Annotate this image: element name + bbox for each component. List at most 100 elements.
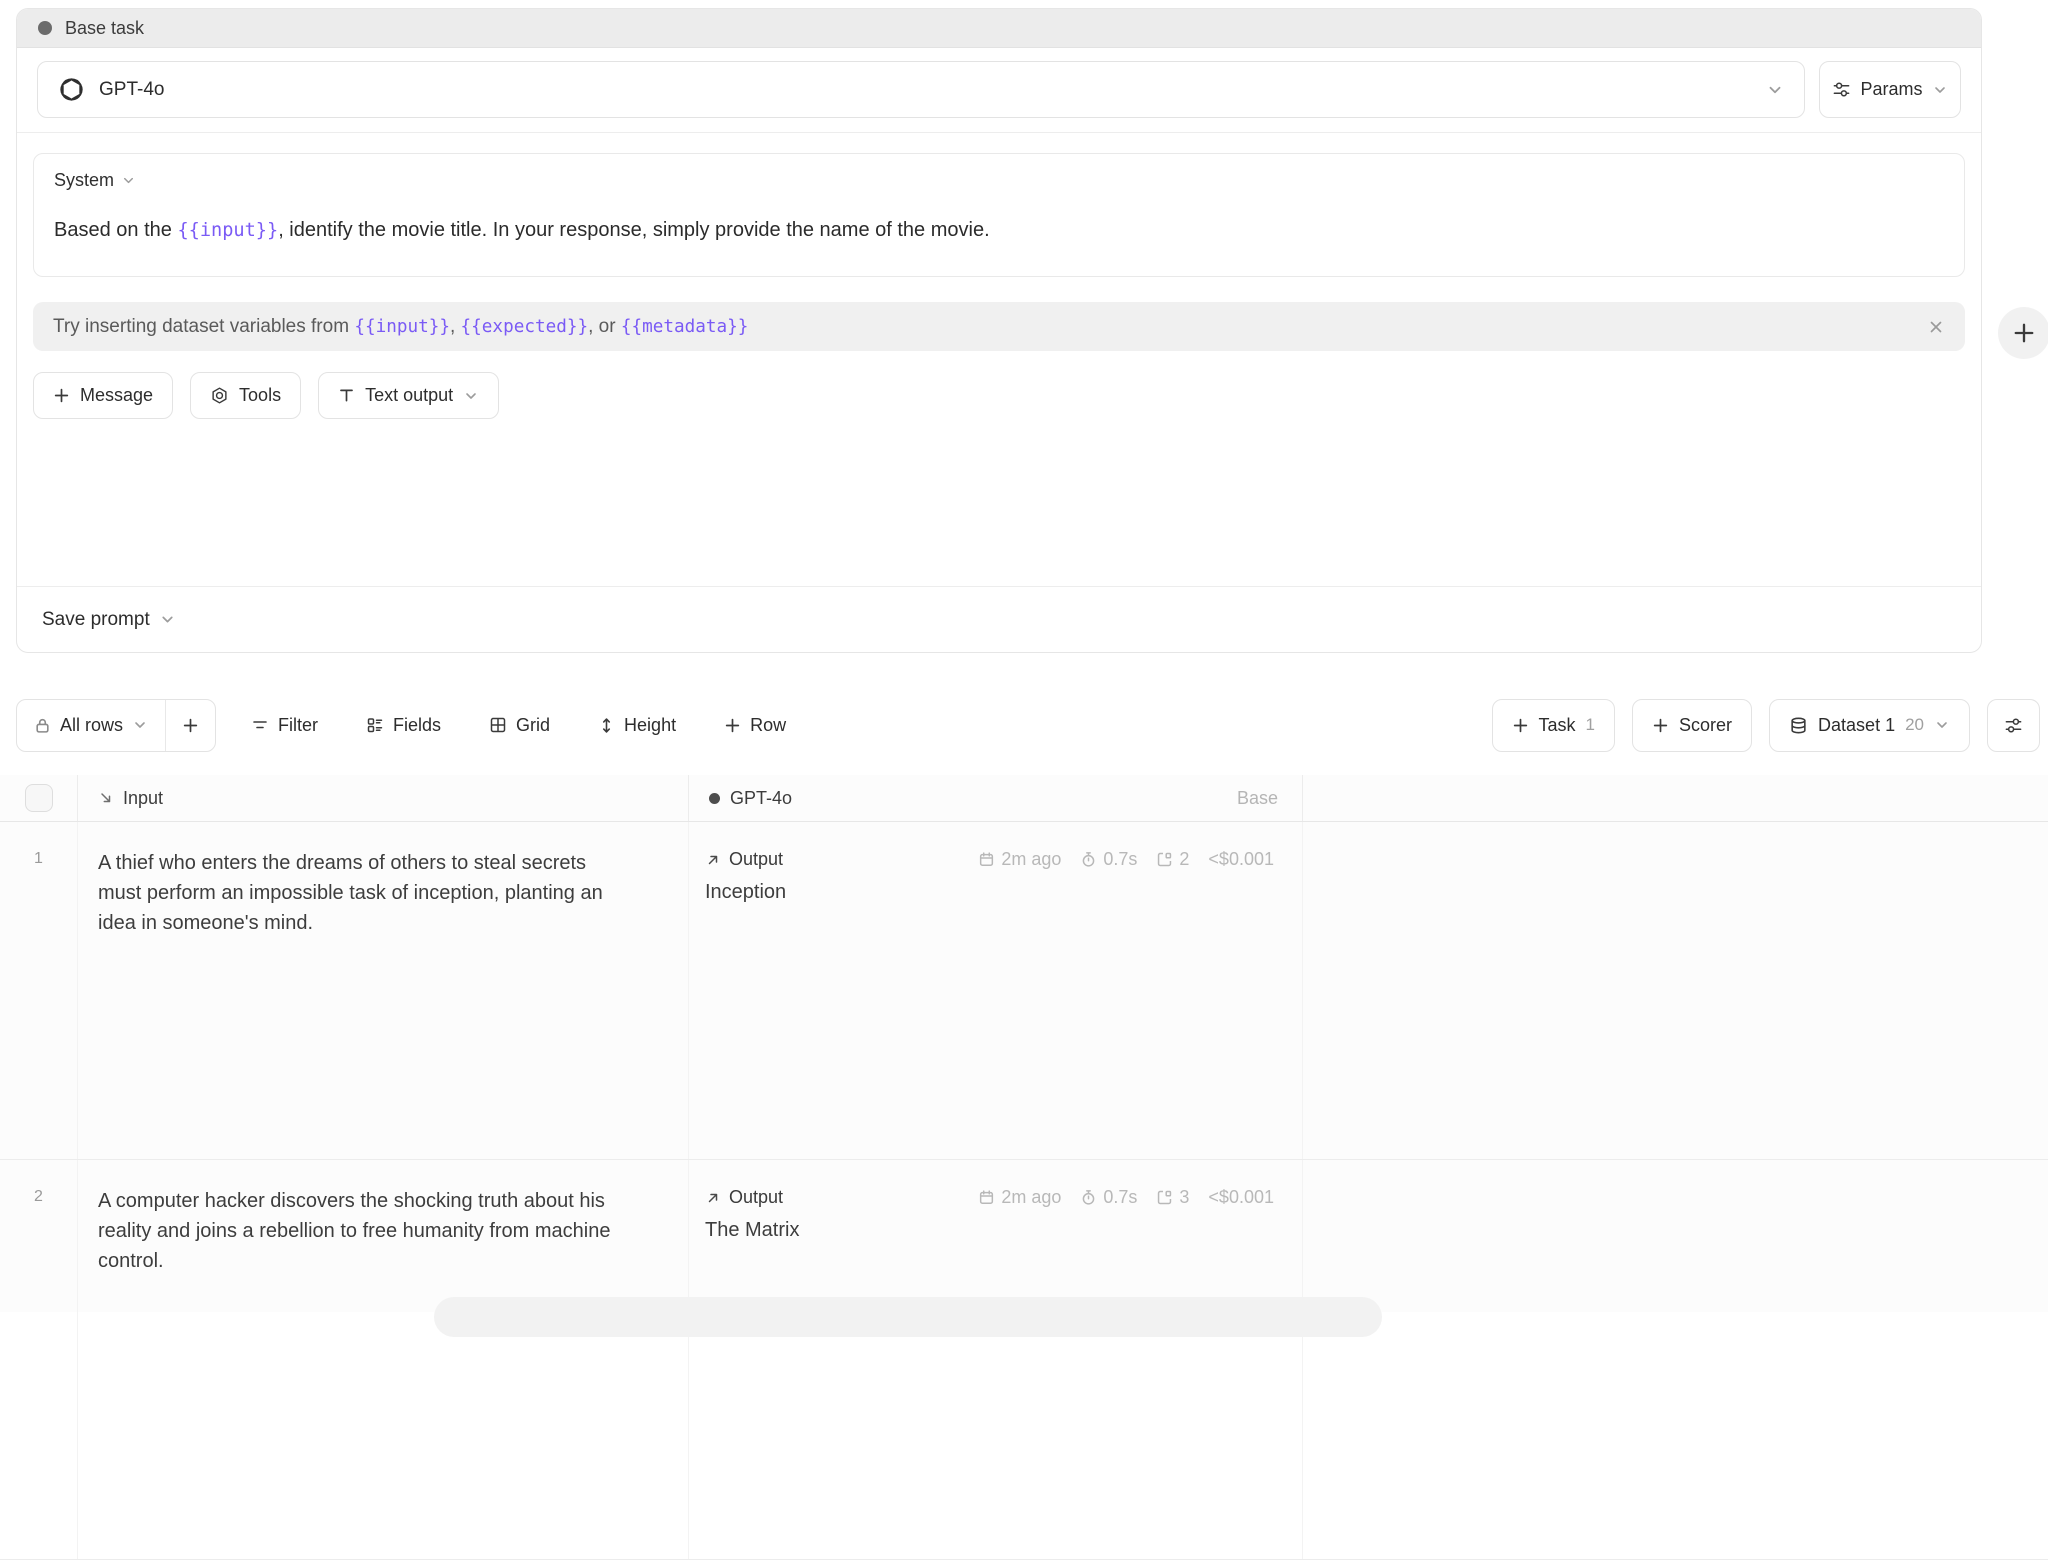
grid-icon <box>489 716 507 734</box>
grid-toolbar: All rows Filter Fields <box>16 698 2040 752</box>
output-cell[interactable]: Output 2m ago 0.7s <box>689 1160 1303 1559</box>
all-rows-label: All rows <box>60 715 123 736</box>
all-rows-selector[interactable]: All rows <box>17 700 165 751</box>
input-cell[interactable]: A thief who enters the dreams of others … <box>78 822 689 1159</box>
sliders-icon <box>2004 716 2023 735</box>
tools-button[interactable]: Tools <box>190 372 301 419</box>
row-number: 1 <box>0 822 78 1159</box>
add-task-column-button[interactable] <box>1998 307 2048 359</box>
input-column-label: Input <box>123 788 163 809</box>
filter-label: Filter <box>278 715 318 736</box>
dataset-variables-hint: Try inserting dataset variables from {{i… <box>33 302 1965 351</box>
filter-icon <box>251 716 269 734</box>
output-value: The Matrix <box>705 1219 1274 1242</box>
hint-expected-variable: {{expected}} <box>461 317 589 337</box>
token-count: 3 <box>1156 1187 1189 1208</box>
tokens-icon <box>1156 1189 1173 1206</box>
timestamp: 2m ago <box>978 1187 1061 1208</box>
params-label: Params <box>1860 79 1922 100</box>
text-output-icon <box>338 387 355 404</box>
close-icon[interactable] <box>1927 318 1945 336</box>
input-cell[interactable]: A computer hacker discovers the shocking… <box>78 1160 689 1559</box>
plus-icon <box>53 387 70 404</box>
chevron-down-icon <box>121 173 136 188</box>
add-task-button[interactable]: Task 1 <box>1492 699 1615 752</box>
model-select[interactable]: GPT-4o <box>37 61 1805 118</box>
task-label: Task <box>1539 715 1576 736</box>
input-column-header[interactable]: Input <box>78 775 689 821</box>
select-all-checkbox[interactable] <box>25 784 53 812</box>
variant-label: Base <box>1237 788 1278 809</box>
tools-icon <box>210 386 229 405</box>
prompt-editor: System Based on the {{input}}, identify … <box>17 133 1981 586</box>
prompt-footer: Save prompt <box>17 586 1981 652</box>
save-prompt-label: Save prompt <box>42 609 150 631</box>
task-header: Base task <box>17 9 1981 48</box>
arrow-down-right-icon <box>98 790 114 806</box>
fields-button[interactable]: Fields <box>353 699 454 752</box>
hint-metadata-variable: {{metadata}} <box>621 317 749 337</box>
prompt-suffix: , identify the movie title. In your resp… <box>278 219 989 241</box>
fields-label: Fields <box>393 715 441 736</box>
chevron-down-icon <box>1766 81 1784 99</box>
params-button[interactable]: Params <box>1819 61 1961 118</box>
stopwatch-icon <box>1080 851 1097 868</box>
tokens-icon <box>1156 851 1173 868</box>
table-row[interactable]: 2 A computer hacker discovers the shocki… <box>0 1160 2048 1560</box>
grid-view-button[interactable]: Grid <box>476 699 563 752</box>
plus-icon <box>1652 717 1669 734</box>
save-prompt-button[interactable]: Save prompt <box>42 609 176 631</box>
composer-buttons: Message Tools Text output <box>33 372 1965 419</box>
latency: 0.7s <box>1080 1187 1137 1208</box>
add-message-button[interactable]: Message <box>33 372 173 419</box>
model-column-label: GPT-4o <box>730 788 792 809</box>
system-role-selector[interactable]: System <box>54 170 136 191</box>
filter-button[interactable]: Filter <box>238 699 331 752</box>
table-row[interactable]: 1 A thief who enters the dreams of other… <box>0 822 2048 1160</box>
model-column-header[interactable]: GPT-4o Base <box>689 775 1303 821</box>
system-prompt-text[interactable]: Based on the {{input}}, identify the mov… <box>54 215 1944 246</box>
task-status-dot <box>38 21 52 35</box>
calendar-icon <box>978 851 995 868</box>
chevron-down-icon <box>1932 82 1948 98</box>
system-label: System <box>54 170 114 191</box>
chevron-down-icon <box>132 717 148 733</box>
horizontal-scrollbar[interactable] <box>434 1297 1382 1337</box>
prompt-input-variable: {{input}} <box>177 220 278 241</box>
model-dot-icon <box>709 793 720 804</box>
openai-logo-icon <box>58 76 85 103</box>
output-label: Output <box>729 849 783 870</box>
grid-settings-button[interactable] <box>1987 699 2040 752</box>
system-message-box[interactable]: System Based on the {{input}}, identify … <box>33 153 1965 277</box>
fields-icon <box>366 716 384 734</box>
output-cell[interactable]: Output 2m ago 0.7s <box>689 822 1303 1159</box>
add-scorer-button[interactable]: Scorer <box>1632 699 1752 752</box>
text-output-label: Text output <box>365 385 453 406</box>
plus-icon <box>1512 717 1529 734</box>
grid-header: Input GPT-4o Base <box>0 775 2048 822</box>
message-label: Message <box>80 385 153 406</box>
grid-label: Grid <box>516 715 550 736</box>
arrow-up-right-icon <box>705 852 721 868</box>
chevron-down-icon <box>1934 717 1950 733</box>
latency: 0.7s <box>1080 849 1137 870</box>
lock-icon <box>34 717 51 734</box>
stopwatch-icon <box>1080 1189 1097 1206</box>
base-task-panel: Base task GPT-4o <box>16 8 1982 653</box>
task-count-badge: 1 <box>1586 715 1595 735</box>
add-row-scope-button[interactable] <box>166 700 215 751</box>
row-scope-control: All rows <box>16 699 216 752</box>
select-all-cell <box>0 775 78 821</box>
dataset-selector[interactable]: Dataset 1 20 <box>1769 699 1970 752</box>
text-output-button[interactable]: Text output <box>318 372 499 419</box>
model-row: GPT-4o Params <box>17 48 1981 133</box>
prompt-prefix: Based on the <box>54 219 177 241</box>
task-title: Base task <box>65 18 144 39</box>
scorer-label: Scorer <box>1679 715 1732 736</box>
row-label: Row <box>750 715 786 736</box>
add-row-button[interactable]: Row <box>711 699 799 752</box>
height-icon <box>598 717 615 734</box>
row-height-button[interactable]: Height <box>585 699 689 752</box>
timestamp: 2m ago <box>978 849 1061 870</box>
tools-label: Tools <box>239 385 281 406</box>
